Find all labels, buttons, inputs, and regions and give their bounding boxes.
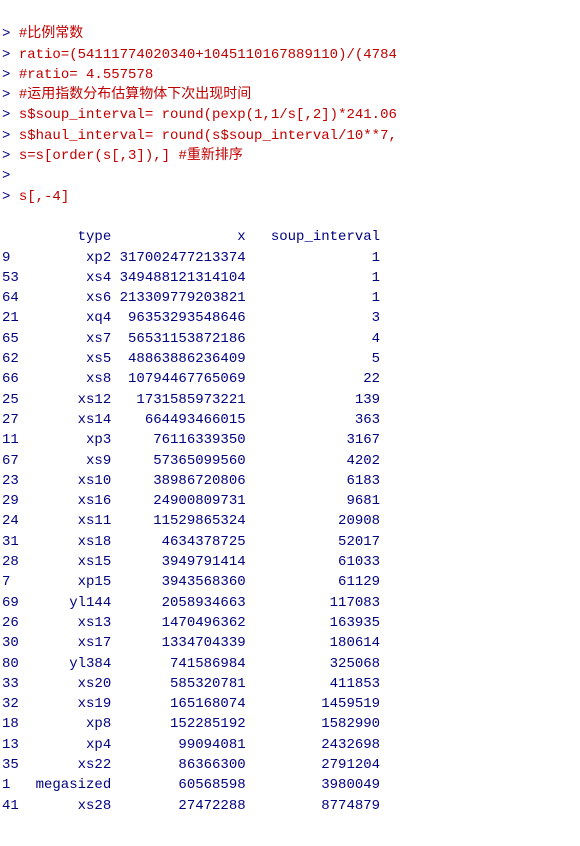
table-row: 13 xp4 99094081 2432698 — [2, 735, 578, 755]
table-row: 65 xs7 56531153872186 4 — [2, 329, 578, 349]
prompt-symbol: > — [2, 67, 19, 83]
table-row: 67 xs9 57365099560 4202 — [2, 451, 578, 471]
console-output-block: type x soup_interval9 xp2 31700247721337… — [2, 227, 578, 816]
console-line: > s$soup_interval= round(pexp(1,1/s[,2])… — [2, 105, 578, 125]
input-text: s$haul_interval= round(s$soup_interval/1… — [19, 128, 397, 144]
prompt-symbol: > — [2, 107, 19, 123]
table-row: 33 xs20 585320781 411853 — [2, 674, 578, 694]
table-row: 31 xs18 4634378725 52017 — [2, 532, 578, 552]
input-text: ratio=(54111774020340+1045110167889110)/… — [19, 47, 397, 63]
table-row: 53 xs4 349488121314104 1 — [2, 268, 578, 288]
console-line: > s=s[order(s[,3]),] #重新排序 — [2, 146, 578, 166]
console-input-block: > #比例常数> ratio=(54111774020340+104511016… — [2, 24, 578, 207]
table-row: 29 xs16 24900809731 9681 — [2, 491, 578, 511]
input-text: s[,-4] — [19, 189, 69, 205]
console-line: > s$haul_interval= round(s$soup_interval… — [2, 126, 578, 146]
table-row: 27 xs14 664493466015 363 — [2, 410, 578, 430]
input-text: s$soup_interval= round(pexp(1,1/s[,2])*2… — [19, 107, 397, 123]
table-row: 18 xp8 152285192 1582990 — [2, 714, 578, 734]
console-line: > — [2, 166, 578, 186]
table-row: 1 megasized 60568598 3980049 — [2, 775, 578, 795]
table-row: 24 xs11 11529865324 20908 — [2, 511, 578, 531]
table-row: 32 xs19 165168074 1459519 — [2, 694, 578, 714]
table-row: 41 xs28 27472288 8774879 — [2, 796, 578, 816]
console-line: > s[,-4] — [2, 187, 578, 207]
table-row: 80 yl384 741586984 325068 — [2, 654, 578, 674]
input-text: #运用指数分布估算物体下次出现时间 — [19, 87, 251, 103]
table-row: 23 xs10 38986720806 6183 — [2, 471, 578, 491]
input-text: #比例常数 — [19, 26, 83, 42]
prompt-symbol: > — [2, 128, 19, 144]
table-row: 30 xs17 1334704339 180614 — [2, 633, 578, 653]
table-row: 25 xs12 1731585973221 139 — [2, 390, 578, 410]
table-row: 66 xs8 10794467765069 22 — [2, 369, 578, 389]
prompt-symbol: > — [2, 87, 19, 103]
table-row: 69 yl144 2058934663 117083 — [2, 593, 578, 613]
input-text: s=s[order(s[,3]),] #重新排序 — [19, 148, 243, 164]
input-text: #ratio= 4.557578 — [19, 67, 153, 83]
table-row: 28 xs15 3949791414 61033 — [2, 552, 578, 572]
r-console: > #比例常数> ratio=(54111774020340+104511016… — [0, 0, 580, 840]
console-line: > ratio=(54111774020340+1045110167889110… — [2, 45, 578, 65]
console-line: > #ratio= 4.557578 — [2, 65, 578, 85]
table-header-row: type x soup_interval — [2, 227, 578, 247]
prompt-symbol: > — [2, 168, 19, 184]
table-row: 26 xs13 1470496362 163935 — [2, 613, 578, 633]
table-row: 9 xp2 317002477213374 1 — [2, 248, 578, 268]
prompt-symbol: > — [2, 26, 19, 42]
prompt-symbol: > — [2, 189, 19, 205]
table-row: 7 xp15 3943568360 61129 — [2, 572, 578, 592]
console-line: > #比例常数 — [2, 24, 578, 44]
table-row: 64 xs6 213309779203821 1 — [2, 288, 578, 308]
table-row: 35 xs22 86366300 2791204 — [2, 755, 578, 775]
prompt-symbol: > — [2, 148, 19, 164]
prompt-symbol: > — [2, 47, 19, 63]
console-line: > #运用指数分布估算物体下次出现时间 — [2, 85, 578, 105]
table-row: 11 xp3 76116339350 3167 — [2, 430, 578, 450]
table-row: 62 xs5 48863886236409 5 — [2, 349, 578, 369]
table-row: 21 xq4 96353293548646 3 — [2, 308, 578, 328]
